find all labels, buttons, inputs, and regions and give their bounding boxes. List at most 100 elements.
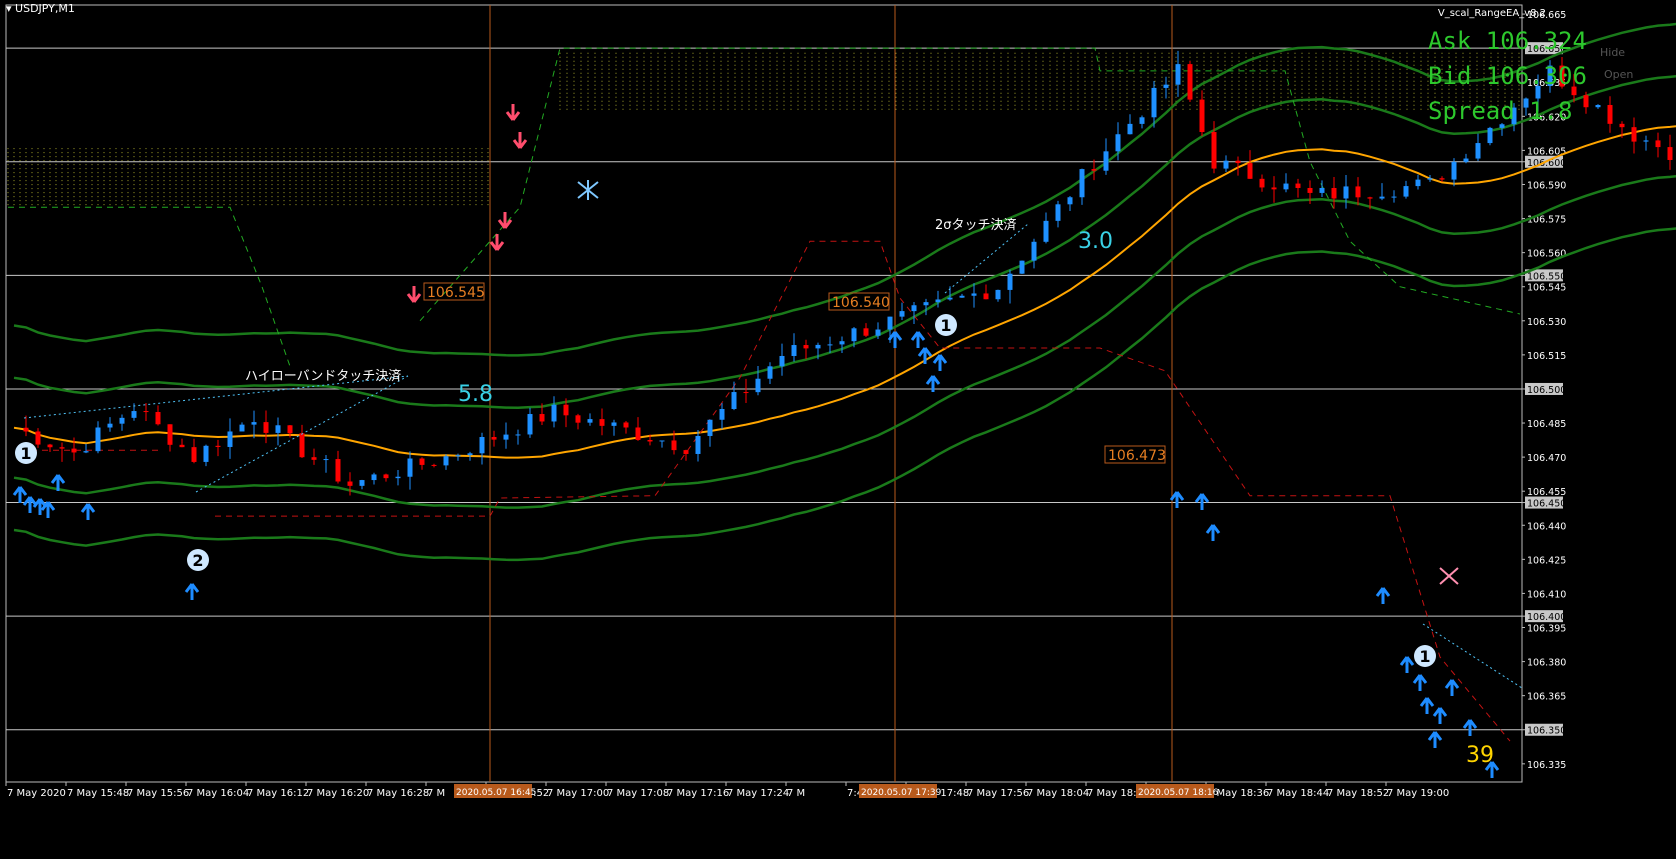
entry-number: 2 bbox=[192, 551, 203, 570]
candle-body bbox=[47, 444, 53, 448]
price-tick-label: 106.400 bbox=[1527, 612, 1566, 623]
candle-body bbox=[1031, 241, 1037, 261]
candle-body bbox=[791, 345, 797, 356]
candle-body bbox=[647, 439, 653, 442]
time-tick-label: 7 May 16:12 bbox=[247, 788, 309, 799]
time-tick-label: 7 May 19:00 bbox=[1387, 788, 1449, 799]
price-tick-label: 106.530 bbox=[1527, 317, 1566, 328]
candle-body bbox=[371, 474, 377, 481]
price-tick-label: 106.545 bbox=[1527, 283, 1566, 294]
candle-body bbox=[275, 425, 281, 433]
buy-arrow bbox=[932, 354, 948, 371]
candle-body bbox=[1283, 183, 1289, 190]
candle-body bbox=[1223, 160, 1229, 169]
candle-body bbox=[575, 415, 581, 423]
candle-body bbox=[1175, 64, 1181, 85]
candle-body bbox=[71, 448, 77, 453]
candle-body bbox=[131, 411, 137, 418]
profit-label: 3.0 bbox=[1078, 229, 1113, 254]
candle-body bbox=[1091, 169, 1097, 171]
candle-body bbox=[119, 417, 125, 424]
time-tick-label: 7 M bbox=[787, 788, 805, 799]
price-tick-label: 106.410 bbox=[1527, 589, 1566, 600]
candle-body bbox=[191, 447, 197, 462]
bollinger-band bbox=[13, 22, 1676, 357]
time-tick-label: 7 May 17:16 bbox=[667, 788, 729, 799]
price-tick-label: 106.335 bbox=[1527, 760, 1566, 771]
candle-body bbox=[863, 328, 869, 336]
entry-number: 1 bbox=[940, 316, 951, 335]
candle-body bbox=[683, 450, 689, 454]
buy-arrow bbox=[1462, 719, 1478, 736]
zone-right bbox=[559, 52, 1520, 112]
hide-button[interactable]: Hide bbox=[1600, 46, 1625, 59]
buy-arrow bbox=[887, 331, 903, 348]
price-tick-label: 106.590 bbox=[1527, 180, 1566, 191]
quote-panel: Ask 106.324 Bid 106.306 Spread 1.8 bbox=[1428, 24, 1587, 129]
candle-body bbox=[299, 433, 305, 458]
price-tick-label: 106.380 bbox=[1527, 658, 1566, 669]
open-button[interactable]: Open bbox=[1604, 68, 1633, 81]
candle-body bbox=[35, 431, 41, 445]
price-chart[interactable]: 106.665106.650106.635106.620106.605106.6… bbox=[0, 0, 1676, 859]
candle-body bbox=[1319, 187, 1325, 193]
candle-body bbox=[1115, 134, 1121, 152]
profit-label: 5.8 bbox=[458, 382, 493, 407]
candle-body bbox=[875, 329, 881, 336]
candle-body bbox=[1487, 127, 1493, 144]
time-marker-label: 2020.05.07 18:16 bbox=[1138, 788, 1219, 798]
candle-body bbox=[1415, 179, 1421, 187]
candle-body bbox=[179, 444, 185, 448]
buy-arrow bbox=[80, 503, 96, 520]
bid-label: Bid 106.306 bbox=[1428, 62, 1587, 90]
ask-label: Ask 106.324 bbox=[1428, 27, 1587, 55]
candle-body bbox=[1271, 187, 1277, 190]
bollinger-band bbox=[13, 174, 1676, 509]
candle-body bbox=[1451, 161, 1457, 180]
time-tick-label: 7 May 16:28 bbox=[367, 788, 429, 799]
price-label: 106.540 bbox=[832, 295, 890, 311]
candle-body bbox=[1631, 127, 1637, 142]
candle-body bbox=[803, 345, 809, 349]
price-tick-label: 106.440 bbox=[1527, 521, 1566, 532]
candle-body bbox=[1259, 178, 1265, 188]
price-tick-label: 106.550 bbox=[1527, 271, 1566, 282]
time-tick-label: 7 May 16:20 bbox=[307, 788, 369, 799]
candle-body bbox=[155, 412, 161, 425]
candle-body bbox=[611, 422, 617, 426]
price-tick-label: 106.455 bbox=[1527, 487, 1566, 498]
candle-body bbox=[623, 422, 629, 428]
candle-body bbox=[203, 445, 209, 462]
candle-body bbox=[455, 455, 461, 457]
candle-body bbox=[731, 392, 737, 410]
candle-body bbox=[1463, 158, 1469, 162]
candle-body bbox=[1019, 260, 1025, 274]
candle-body bbox=[635, 427, 641, 440]
candle-body bbox=[23, 427, 29, 432]
buy-arrow bbox=[1169, 491, 1185, 508]
candle-body bbox=[1127, 123, 1133, 135]
candle-body bbox=[815, 344, 821, 349]
price-tick-label: 106.395 bbox=[1527, 624, 1566, 635]
candle-body bbox=[767, 366, 773, 379]
price-tick-label: 106.500 bbox=[1527, 385, 1566, 396]
candle-body bbox=[239, 424, 245, 432]
time-tick-label: 7 May 17:56 bbox=[967, 788, 1029, 799]
stop-line-red bbox=[20, 240, 1511, 742]
buy-arrow bbox=[1444, 679, 1460, 696]
time-tick-label: 7 May 2020 bbox=[7, 788, 66, 799]
sell-arrow bbox=[489, 234, 505, 251]
ea-name: V_scal_RangeEA_v8.2 bbox=[1437, 8, 1546, 19]
candle-body bbox=[971, 293, 977, 296]
candle-body bbox=[323, 459, 329, 461]
candle-body bbox=[1103, 151, 1109, 171]
candle-body bbox=[311, 457, 317, 460]
exit-mark bbox=[1439, 567, 1459, 585]
candle-body bbox=[959, 295, 965, 298]
price-label: 106.473 bbox=[1108, 448, 1166, 464]
candle-body bbox=[1007, 273, 1013, 290]
candle-body bbox=[1439, 178, 1445, 180]
candle-body bbox=[1139, 117, 1145, 124]
candle-body bbox=[923, 302, 929, 306]
candle-body bbox=[1667, 147, 1673, 160]
